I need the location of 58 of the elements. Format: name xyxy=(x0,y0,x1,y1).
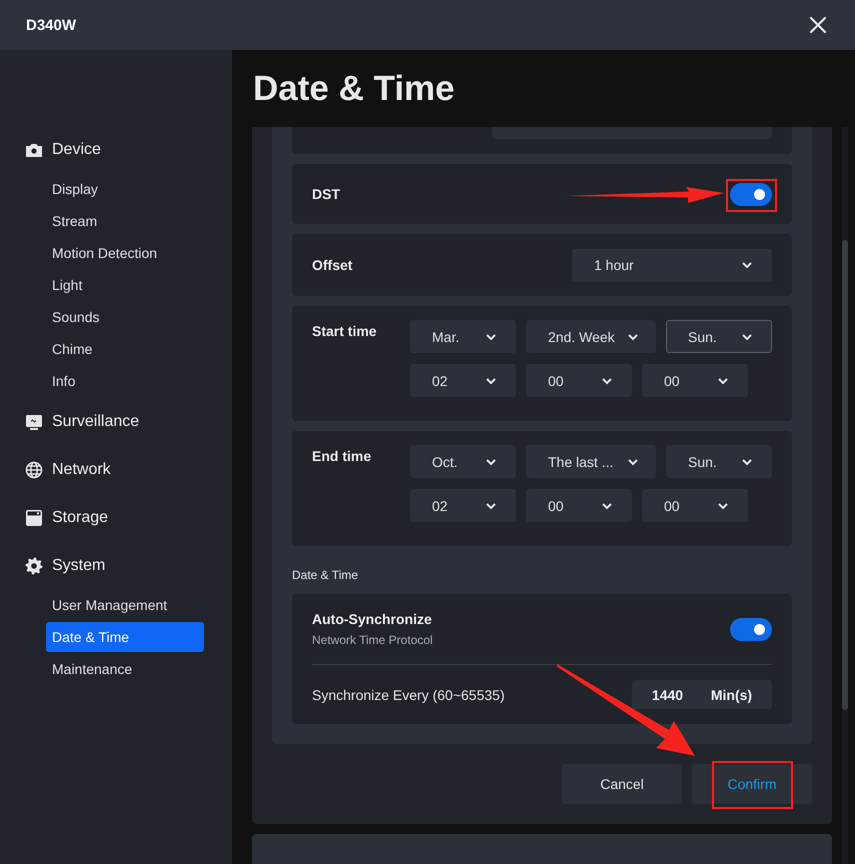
cancel-button[interactable]: Cancel xyxy=(562,764,682,804)
dropdown[interactable]: 1 hour xyxy=(572,248,772,282)
scrollbar-thumb[interactable] xyxy=(842,240,848,710)
unit-label: Min(s) xyxy=(710,686,752,702)
window-title: D340W xyxy=(26,16,76,34)
setting-label: Auto-Synchronize xyxy=(312,611,433,627)
sidebar-item[interactable]: Info xyxy=(46,366,204,396)
dropdown[interactable]: Sun. xyxy=(666,320,772,353)
setting-label: End time xyxy=(312,447,372,466)
sidebar-item[interactable]: Maintenance xyxy=(46,654,204,684)
close-icon[interactable] xyxy=(809,16,827,34)
dropdown[interactable]: 02 xyxy=(410,489,516,522)
sidebar-group-label: Surveillance xyxy=(52,413,140,431)
dropdown[interactable]: 00 xyxy=(526,364,632,397)
number-field[interactable]: 1440 Min(s) xyxy=(632,680,772,709)
dropdown[interactable]: Sun. xyxy=(666,445,772,478)
sidebar-item[interactable]: Motion Detection xyxy=(46,238,204,268)
sidebar-group-label: Device xyxy=(52,141,101,159)
section-heading: Date & Time xyxy=(292,568,360,582)
sidebar-item[interactable]: User Management xyxy=(46,590,204,620)
sidebar-item[interactable]: Chime xyxy=(46,334,204,364)
setting-label: Offset xyxy=(312,257,352,273)
sidebar-item[interactable]: Light xyxy=(46,270,204,300)
dropdown[interactable]: 00 xyxy=(642,489,748,522)
storage-icon xyxy=(25,509,43,527)
sidebar-item[interactable]: Date & Time xyxy=(46,622,204,652)
globe-icon xyxy=(25,461,43,479)
monitor-icon xyxy=(25,413,43,431)
setting-label: DST xyxy=(312,186,340,202)
setting-label: Start time xyxy=(312,322,378,341)
toggle-switch[interactable] xyxy=(730,618,772,640)
dropdown[interactable]: 00 xyxy=(526,489,632,522)
dropdown[interactable]: 00 xyxy=(642,364,748,397)
dropdown[interactable]: Oct. xyxy=(410,445,516,478)
sidebar-group-label: Storage xyxy=(52,509,108,527)
camera-icon xyxy=(25,141,43,159)
sidebar-item[interactable]: Sounds xyxy=(46,302,204,332)
dropdown[interactable]: 02 xyxy=(410,364,516,397)
dropdown[interactable]: Mar. xyxy=(410,320,516,353)
dropdown[interactable]: The last ... xyxy=(526,445,656,478)
sidebar-group[interactable]: Surveillance xyxy=(0,400,232,444)
sidebar-group[interactable]: Storage xyxy=(0,496,232,540)
scrollbar[interactable] xyxy=(842,127,848,864)
toggle-switch[interactable] xyxy=(730,182,772,206)
sidebar-item[interactable]: Stream xyxy=(46,206,204,236)
sidebar-group-label: System xyxy=(52,557,106,575)
setting-label: Synchronize Every (60~65535) xyxy=(312,686,505,702)
confirm-button[interactable]: Confirm xyxy=(692,764,812,804)
sidebar-group[interactable]: System xyxy=(0,544,232,588)
sidebar-group[interactable]: Network xyxy=(0,448,232,492)
sidebar-item[interactable]: Display xyxy=(46,174,204,204)
dropdown[interactable]: 2nd. Week xyxy=(526,320,656,353)
settings-icon xyxy=(25,557,43,575)
sidebar-group-label: Network xyxy=(52,461,111,479)
setting-description: Network Time Protocol xyxy=(312,633,433,647)
dropdown-field[interactable] xyxy=(492,127,772,139)
sidebar-group[interactable]: Device xyxy=(0,128,232,172)
page-title: Date & Time xyxy=(253,68,455,108)
